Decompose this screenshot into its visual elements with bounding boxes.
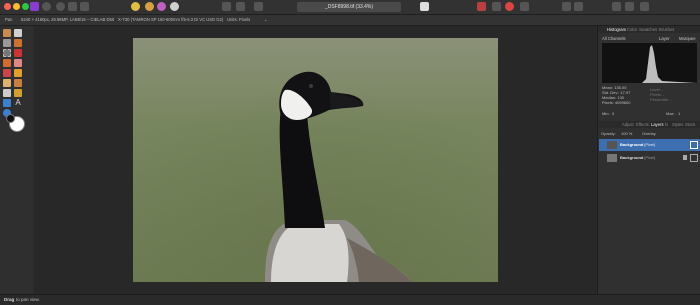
tools-panel: A bbox=[0, 26, 33, 294]
image-info: 6240 × 4160px, 26.98MP, LAB8/16 – CIELAB… bbox=[21, 17, 115, 22]
context-toolbar: Pan 6240 × 4160px, 26.98MP, LAB8/16 – CI… bbox=[0, 15, 700, 26]
quick-mask-icon[interactable] bbox=[420, 2, 429, 11]
tab-stock[interactable]: Stock bbox=[685, 122, 695, 127]
tab-layers[interactable]: Layers bbox=[651, 122, 664, 127]
lens-info: X-T30 (TAMRON SP 150-600mm f/5-6.3 Di VC… bbox=[118, 17, 224, 22]
layer-row[interactable]: Background (Pixel) bbox=[599, 139, 700, 151]
units-dropdown-icon[interactable]: ⌄ bbox=[264, 15, 268, 25]
rectangle-tool-icon[interactable] bbox=[3, 99, 11, 107]
pan-tool-icon[interactable] bbox=[14, 29, 22, 37]
layer-visibility-checkbox[interactable] bbox=[690, 141, 698, 149]
straighten-icon[interactable] bbox=[254, 2, 263, 11]
auto-levels-icon[interactable] bbox=[131, 2, 140, 11]
max-value[interactable]: 1 bbox=[678, 111, 680, 116]
layer-name: Background bbox=[620, 155, 644, 160]
tab-histogram[interactable]: Histogram bbox=[607, 27, 626, 32]
layer-type: (Pixel) bbox=[644, 155, 656, 160]
dodge-tool-icon[interactable] bbox=[3, 69, 11, 77]
layer-name: Background bbox=[620, 142, 644, 147]
secondary-color-swatch[interactable] bbox=[6, 114, 15, 123]
liquify-persona-icon[interactable] bbox=[56, 2, 65, 11]
tab-brushes[interactable]: Brushes bbox=[659, 27, 674, 32]
layer-radio[interactable]: Layer bbox=[659, 36, 669, 41]
split-view-icon[interactable] bbox=[236, 2, 245, 11]
smudge-tool-icon[interactable] bbox=[14, 79, 22, 87]
min-value[interactable]: 0 bbox=[612, 111, 614, 116]
lock-icon[interactable] bbox=[683, 155, 687, 160]
layer-row[interactable]: Background (Pixel) bbox=[599, 152, 700, 164]
assistant-icon[interactable] bbox=[640, 2, 649, 11]
stat-pixels: Pixels: 4059600 bbox=[602, 100, 631, 105]
align-icon[interactable] bbox=[574, 2, 583, 11]
units-label: Units: bbox=[227, 17, 238, 22]
layer-type: (Pixel) bbox=[644, 142, 656, 147]
minimize-window-button[interactable] bbox=[13, 3, 20, 10]
auto-colors-icon[interactable] bbox=[157, 2, 166, 11]
layer-visibility-checkbox[interactable] bbox=[690, 154, 698, 162]
min-label: Min: bbox=[602, 111, 610, 116]
selection-brush-tool-icon[interactable] bbox=[14, 49, 22, 57]
marquee-tool-icon[interactable] bbox=[3, 49, 11, 57]
flood-fill-tool-icon[interactable] bbox=[3, 59, 11, 67]
snapping-icon[interactable] bbox=[625, 2, 634, 11]
tab-color[interactable]: Color bbox=[627, 27, 637, 32]
layer-thumbnail bbox=[607, 141, 617, 149]
auto-contrast-icon[interactable] bbox=[145, 2, 154, 11]
pen-tool-icon[interactable] bbox=[3, 89, 11, 97]
photo-persona-icon[interactable] bbox=[42, 2, 51, 11]
main-toolbar: _DSF8998.tif (33.4%) bbox=[0, 0, 700, 15]
histogram-tabs: Histogram Color Swatches Brushes bbox=[598, 26, 700, 33]
status-bar: Drag to pan view. bbox=[0, 294, 700, 305]
tone-mapping-persona-icon[interactable] bbox=[80, 2, 89, 11]
healing-brush-tool-icon[interactable] bbox=[14, 69, 22, 77]
view-mode-icon[interactable] bbox=[222, 2, 231, 11]
goose-photo bbox=[133, 38, 498, 282]
refine-icon[interactable] bbox=[520, 2, 529, 11]
tab-adjust[interactable]: Adjust bbox=[622, 122, 634, 127]
layers-tabs: Adjust Effects Layers fx Styles Stock bbox=[598, 121, 700, 128]
channel-select[interactable]: All Channels bbox=[602, 36, 626, 41]
stat-percentile: Percentile: - bbox=[650, 97, 672, 102]
selection-icon[interactable] bbox=[477, 2, 486, 11]
close-window-button[interactable] bbox=[4, 3, 11, 10]
tab-fx[interactable]: fx bbox=[665, 122, 668, 127]
tab-styles[interactable]: Styles bbox=[672, 122, 683, 127]
layer-thumbnail bbox=[607, 154, 617, 162]
paint-brush-tool-icon[interactable] bbox=[14, 39, 22, 47]
units-select[interactable]: Pixels bbox=[239, 15, 250, 25]
tool-name: Pan bbox=[5, 17, 13, 22]
histogram-curve bbox=[602, 45, 697, 83]
opacity-value[interactable]: 100 % bbox=[621, 131, 632, 136]
node-tool-icon[interactable] bbox=[14, 89, 22, 97]
move-tool-icon[interactable] bbox=[3, 29, 11, 37]
max-label: Max: bbox=[666, 111, 675, 116]
tab-swatches[interactable]: Swatches bbox=[639, 27, 657, 32]
red-eye-icon[interactable] bbox=[505, 2, 514, 11]
develop-persona-icon[interactable] bbox=[68, 2, 77, 11]
tab-effects[interactable]: Effects bbox=[636, 122, 649, 127]
marquee-radio[interactable]: Marquee bbox=[679, 36, 696, 41]
blend-mode-select[interactable]: Overlay bbox=[642, 131, 656, 136]
subtract-icon[interactable] bbox=[492, 2, 501, 11]
auto-white-balance-icon[interactable] bbox=[170, 2, 179, 11]
clone-tool-icon[interactable] bbox=[3, 79, 11, 87]
document-tab[interactable]: _DSF8998.tif (33.4%) bbox=[297, 2, 401, 12]
arrange-icon[interactable] bbox=[562, 2, 571, 11]
eraser-tool-icon[interactable] bbox=[14, 59, 22, 67]
opacity-label: Opacity: bbox=[601, 131, 616, 136]
zoom-window-button[interactable] bbox=[22, 3, 29, 10]
histogram-graph bbox=[602, 43, 697, 83]
text-tool-icon[interactable]: A bbox=[14, 99, 22, 107]
view-tool-icon[interactable] bbox=[3, 39, 11, 47]
studio-toggle-icon[interactable] bbox=[612, 2, 621, 11]
document-canvas[interactable] bbox=[133, 38, 498, 282]
studio-panel: Histogram Color Swatches Brushes All Cha… bbox=[597, 26, 700, 294]
app-logo-icon bbox=[30, 2, 39, 11]
